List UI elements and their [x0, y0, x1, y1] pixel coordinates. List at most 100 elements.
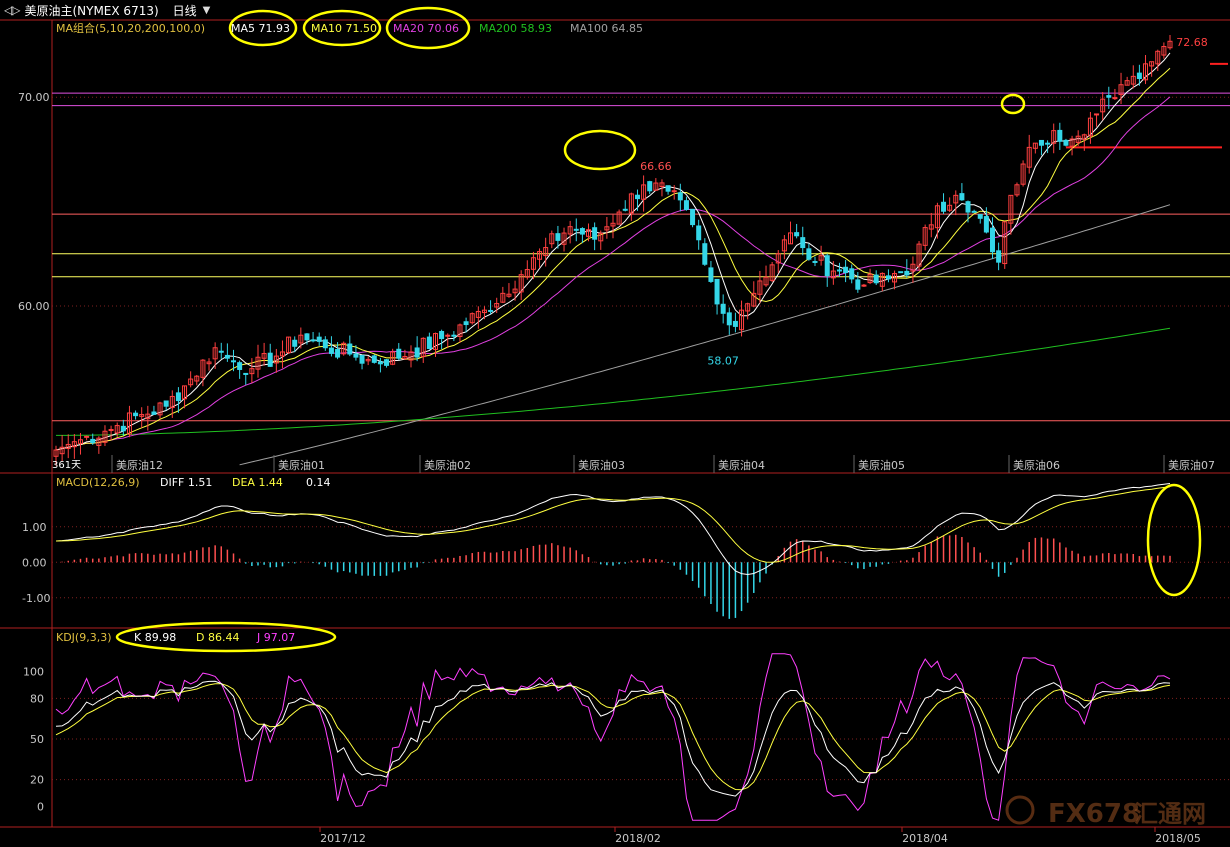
ma-legend-item: MA10 71.50: [311, 22, 377, 35]
candle-body: [310, 339, 316, 342]
candle-body: [971, 210, 977, 213]
high-price-label: 66.66: [640, 160, 672, 173]
candle-body: [708, 267, 714, 282]
candle-body: [328, 347, 334, 354]
candle-body: [800, 237, 806, 249]
candle-body: [108, 429, 114, 432]
candle-body: [426, 336, 432, 349]
candle-body: [414, 347, 420, 358]
kdj-j-line: [55, 653, 1171, 821]
candle-body: [634, 194, 640, 200]
candle-body: [163, 400, 169, 407]
candle-body: [959, 193, 965, 201]
candle-body: [989, 227, 995, 253]
contract-label: 美原油05: [858, 458, 905, 472]
candle-body: [1112, 97, 1118, 100]
watermark-suffix: 汇通网: [1134, 800, 1206, 828]
candle-body: [445, 334, 451, 337]
kdj-tick-label: 50: [30, 733, 44, 746]
candle-body: [702, 243, 708, 265]
candle-body: [855, 279, 861, 290]
candle-body: [316, 336, 322, 342]
candle-body: [885, 275, 891, 280]
price-tick-label: 60.00: [18, 300, 50, 313]
contract-label: 美原油07: [1168, 458, 1215, 472]
x-axis-label: 2018/02: [615, 832, 661, 845]
kdj-d-value: D 86.44: [196, 631, 239, 644]
contract-label: 美原油06: [1013, 458, 1060, 472]
candle-body: [622, 208, 628, 211]
macd-diff-value: DIFF 1.51: [160, 476, 212, 489]
candle-body: [996, 250, 1002, 263]
ma-legend-item: MA20 70.06: [393, 22, 459, 35]
candle-body: [794, 232, 800, 237]
candle-body: [665, 185, 671, 192]
kdj-tick-label: 0: [37, 801, 44, 814]
candle-body: [677, 192, 683, 201]
candle-body: [120, 425, 126, 432]
candle-body: [873, 274, 879, 284]
first-bar-label: 361天: [52, 460, 81, 471]
candle-body: [806, 248, 812, 260]
candle-body: [90, 438, 96, 444]
candle-body: [347, 343, 353, 355]
candle-body: [1045, 142, 1051, 145]
candle-body: [292, 339, 298, 347]
candle-body: [812, 260, 818, 263]
candle-body: [359, 354, 365, 364]
contract-label: 美原油02: [424, 458, 471, 472]
candle-body: [592, 227, 598, 240]
candle-body: [720, 303, 726, 314]
ma-combo-label: MA组合(5,10,20,200,100,0): [56, 21, 205, 35]
kdj-j-value: J 97.07: [256, 631, 295, 644]
watermark-logo-icon: [1005, 795, 1035, 825]
macd-label: MACD(12,26,9): [56, 476, 140, 489]
macd-tick-label: -1.00: [22, 592, 50, 605]
candle-body: [237, 362, 243, 370]
candle-body: [683, 200, 689, 210]
watermark-brand: FX678: [1048, 799, 1140, 829]
candle-body: [983, 216, 989, 233]
kdj-tick-label: 80: [30, 692, 44, 705]
x-axis-label: 2018/05: [1155, 832, 1201, 845]
macd-diff-line: [55, 483, 1171, 576]
candle-body: [1057, 129, 1063, 142]
kdj-label: KDJ(9,3,3): [56, 631, 112, 644]
candle-body: [671, 190, 677, 193]
x-axis-label: 2018/04: [902, 832, 948, 845]
x-axis-label: 2017/12: [320, 832, 366, 845]
macd-hist-value: 0.14: [306, 476, 331, 489]
ma-legend-item: MA200 58.93: [479, 22, 552, 35]
candle-body: [726, 312, 732, 326]
candle-body: [151, 411, 157, 415]
kdj-k-value: K 89.98: [134, 631, 176, 644]
ma-legend-item: MA100 64.85: [570, 22, 643, 35]
candle-body: [304, 333, 310, 341]
candlestick-chart[interactable]: 70.00 60.00 MA组合(5,10,20,200,100,0) MA5 71.…: [0, 0, 1230, 847]
candle-body: [396, 348, 402, 359]
candle-body: [732, 320, 738, 327]
ma20-line: [55, 96, 1171, 451]
candle-body: [714, 278, 720, 305]
ma200-line: [56, 327, 1171, 436]
latest-price-label: 72.68: [1176, 36, 1208, 49]
candle-body: [1136, 72, 1142, 80]
candle-body: [849, 268, 855, 280]
kdj-d-line: [55, 683, 1171, 791]
candle-body: [488, 309, 494, 312]
candle-body: [335, 349, 341, 358]
candle-body: [243, 372, 249, 375]
candle-body: [84, 435, 90, 438]
candle-body: [218, 350, 224, 353]
candle-body: [824, 255, 830, 277]
candle-body: [231, 360, 237, 363]
candle-body: [224, 354, 230, 359]
low-price-label: 58.07: [707, 354, 739, 367]
candle-body: [1094, 113, 1100, 116]
candle-body: [371, 355, 377, 363]
macd-tick-label: 1.00: [22, 521, 47, 534]
candle-body: [463, 321, 469, 326]
kdj-tick-label: 20: [30, 774, 44, 787]
highlight-ellipse: [563, 129, 637, 171]
candle-body: [647, 181, 653, 192]
